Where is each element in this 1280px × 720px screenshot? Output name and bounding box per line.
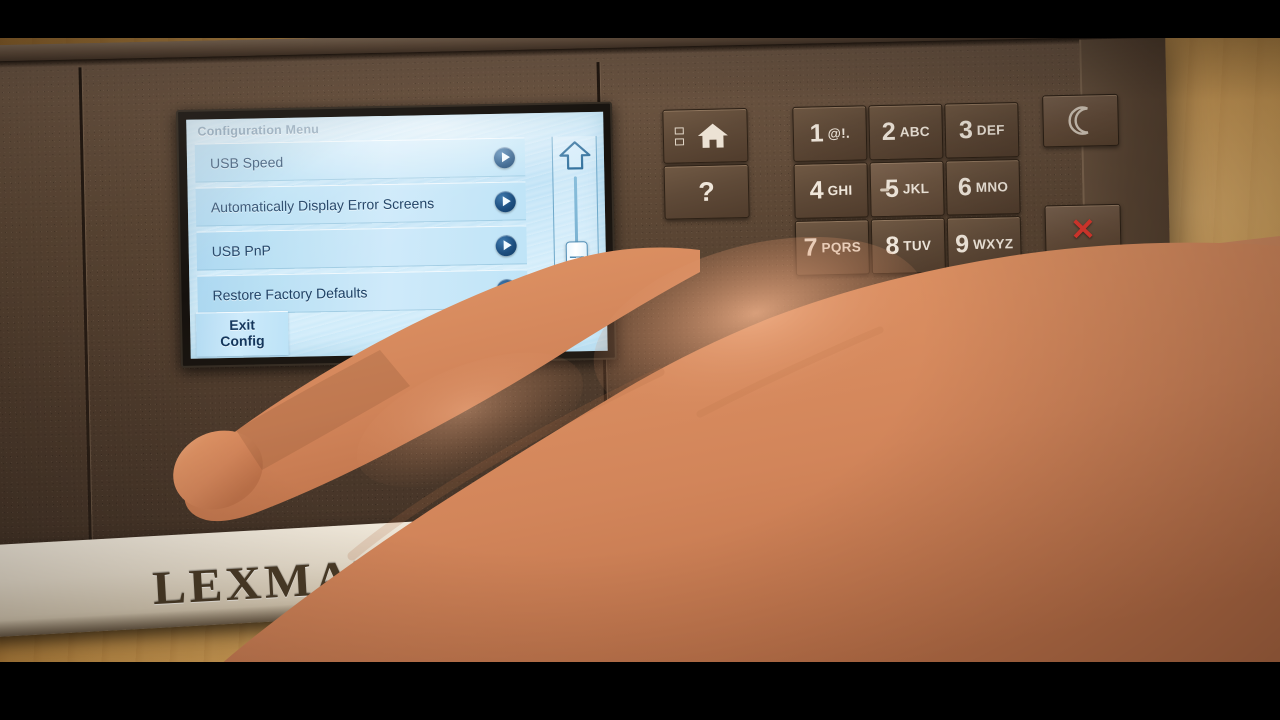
keypad-key-1[interactable]: 1 @!. <box>792 105 868 162</box>
key-letters: GHI <box>827 182 853 199</box>
key-number: 8 <box>885 231 900 260</box>
exit-config-button[interactable]: Exit Config <box>195 310 289 357</box>
tactile-bump <box>880 187 890 192</box>
lcd-bezel: Configuration Menu USB Speed Automatical… <box>176 101 617 368</box>
home-button[interactable] <box>662 107 749 164</box>
configuration-menu-list: USB Speed Automatically Display Error Sc… <box>194 137 528 319</box>
menu-item-label: USB PnP <box>211 241 271 259</box>
lcd-touchscreen[interactable]: Configuration Menu USB Speed Automatical… <box>186 111 608 359</box>
key-number: 1 <box>809 119 824 148</box>
keypad-key-2[interactable]: 2 ABC <box>868 103 944 161</box>
key-letters: WXYZ <box>972 236 1014 253</box>
key-letters: ABC <box>899 123 931 140</box>
chassis-seam-left <box>78 67 94 604</box>
scrollbar-thumb-grip <box>569 256 584 283</box>
letterbox-bottom <box>0 662 1280 720</box>
menu-dots-icon <box>674 127 685 146</box>
exit-config-label-line2: Config <box>220 332 265 350</box>
keypad-key-3[interactable]: 3 DEF <box>944 102 1020 159</box>
menu-item-usb-pnp[interactable]: USB PnP <box>196 225 528 271</box>
sleep-button[interactable] <box>1042 93 1120 148</box>
key-number: 2 <box>881 117 897 146</box>
help-button[interactable]: ? <box>663 163 750 220</box>
key-letters: TUV <box>903 237 932 254</box>
photo-scene: Configuration Menu USB Speed Automatical… <box>0 0 1280 720</box>
scrollbar-thumb[interactable] <box>565 241 589 294</box>
scrollbar[interactable] <box>551 135 600 305</box>
key-number: 4 <box>809 176 824 205</box>
menu-item-restore-factory-defaults[interactable]: Restore Factory Defaults <box>197 269 528 315</box>
keypad-key-9[interactable]: 9 WXYZ <box>946 215 1022 273</box>
page-title: Configuration Menu <box>197 122 320 139</box>
key-letters: @!. <box>827 125 851 142</box>
moon-icon <box>1068 106 1089 135</box>
key-number: 6 <box>957 173 973 202</box>
keypad-key-5[interactable]: 5 JKL <box>869 160 945 218</box>
key-letters: MNO <box>975 179 1009 195</box>
chevron-right-icon[interactable] <box>495 234 517 256</box>
lexmark-logo: LEXMARK <box>151 547 437 616</box>
chevron-right-icon[interactable] <box>494 190 517 212</box>
chevron-right-icon[interactable] <box>493 146 516 168</box>
keypad-key-8[interactable]: 8 TUV <box>870 217 946 275</box>
menu-item-label: Restore Factory Defaults <box>212 283 368 303</box>
key-letters: JKL <box>902 180 930 197</box>
key-letters: DEF <box>976 122 1005 138</box>
menu-item-label: Automatically Display Error Screens <box>210 194 435 215</box>
x-cancel-icon: ✕ <box>1070 213 1096 247</box>
key-number: 7 <box>803 233 818 262</box>
letterbox-top <box>0 0 1280 38</box>
cancel-button[interactable]: ✕ <box>1044 203 1122 258</box>
key-letters: PQRS <box>821 239 862 256</box>
keypad-key-7[interactable]: 7 PQRS <box>794 219 870 276</box>
question-mark-icon: ? <box>698 176 716 207</box>
arrow-up-icon[interactable] <box>558 140 592 171</box>
chevron-right-icon[interactable] <box>496 278 518 300</box>
keypad-key-6[interactable]: 6 MNO <box>945 158 1021 216</box>
menu-item-label: USB Speed <box>209 153 284 171</box>
menu-item-auto-display-error-screens[interactable]: Automatically Display Error Screens <box>195 181 527 227</box>
menu-item-usb-speed[interactable]: USB Speed <box>194 137 526 183</box>
control-panel-keypad: ? 1 @!. 2 ABC 3 DEF 4 GHI 5 JKL 6 MNO 7 … <box>652 86 1127 326</box>
screenshot-stage: Configuration Menu USB Speed Automatical… <box>0 0 1280 720</box>
home-icon <box>697 123 728 148</box>
key-number: 3 <box>958 116 974 145</box>
key-number: 9 <box>954 230 970 259</box>
keypad-key-4[interactable]: 4 GHI <box>793 162 869 219</box>
